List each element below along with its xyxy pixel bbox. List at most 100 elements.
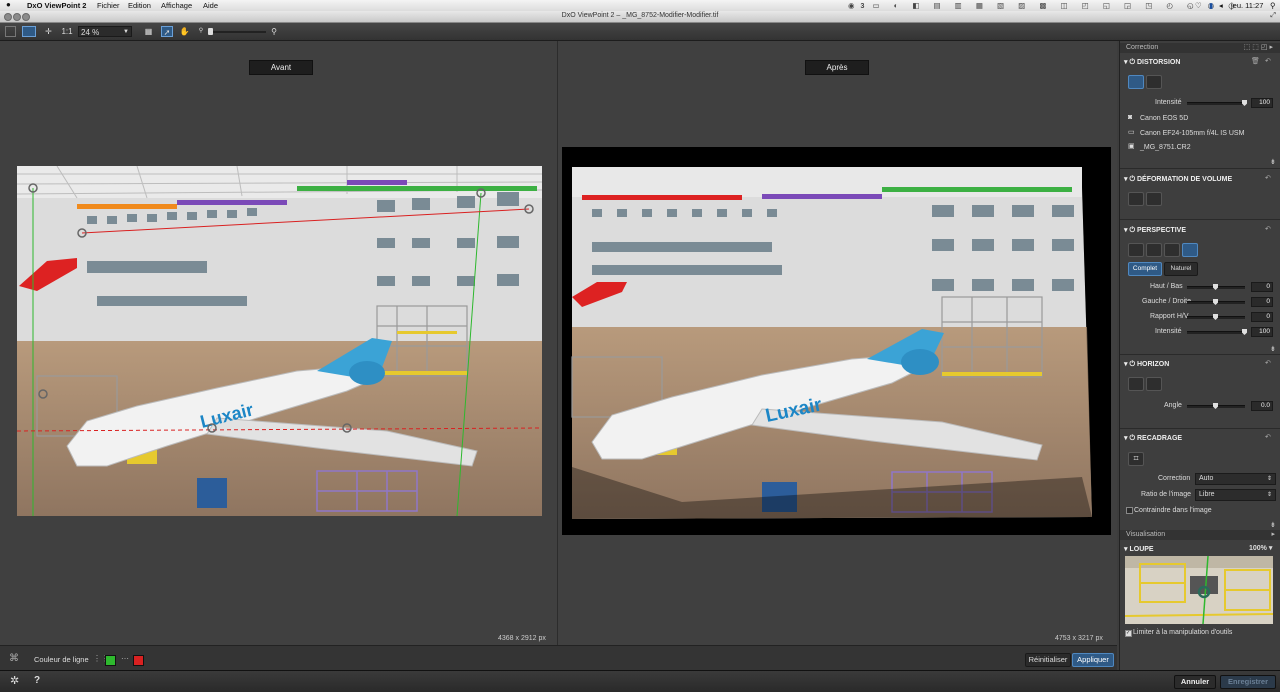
perspective-intensity-slider[interactable]	[1187, 329, 1247, 335]
zoom-select[interactable]: 24 % ▼	[78, 26, 132, 37]
collapse-visualisation-icon[interactable]: ▸	[1271, 530, 1275, 540]
volume-horizontal-button[interactable]	[1128, 192, 1144, 206]
distortion-section-title[interactable]: ▾ ⏻ DISTORSION	[1124, 58, 1180, 67]
zoom-1-1-button[interactable]: 1:1	[60, 26, 74, 37]
menu-aide[interactable]: Aide	[203, 1, 218, 10]
clock[interactable]: jeu. 11:27	[1231, 1, 1263, 10]
constrain-checkbox[interactable]	[1126, 507, 1133, 514]
perspective-horizontal-button[interactable]	[1146, 243, 1162, 257]
menu-edition[interactable]: Edition	[128, 1, 151, 10]
reset-crop-icon[interactable]: ↶	[1265, 433, 1271, 441]
menu-affichage[interactable]: Affichage	[161, 1, 192, 10]
single-view-button[interactable]	[5, 26, 16, 37]
left-right-knob[interactable]	[1213, 299, 1218, 305]
loupe-zoom-value: 100%	[1249, 545, 1267, 552]
before-image[interactable]: Luxair	[17, 166, 542, 516]
loupe-section-title[interactable]: ▾ LOUPE	[1124, 545, 1154, 553]
cancel-button[interactable]: Annuler	[1174, 675, 1216, 689]
select-tool-icon[interactable]: ➚	[161, 26, 173, 37]
crop-section-title[interactable]: ▾ ⏻ RECADRAGE	[1124, 434, 1182, 443]
angle-slider[interactable]	[1187, 403, 1245, 409]
settings-gear-icon[interactable]: ✲	[10, 674, 19, 687]
help-button[interactable]: ?	[34, 675, 40, 686]
horizon-power-icon[interactable]: ⏻	[1129, 361, 1135, 368]
perspective-intensity-value[interactable]: 100	[1251, 327, 1273, 337]
volume-diagonal-button[interactable]	[1146, 192, 1162, 206]
chevron-down-icon: ▼	[123, 29, 129, 35]
flag-icon[interactable]: ▮	[1209, 1, 1213, 10]
angle-value[interactable]: 0.0	[1251, 401, 1273, 411]
save-button[interactable]: Enregistrer	[1220, 675, 1276, 689]
distortion-intensity-slider[interactable]	[1187, 100, 1247, 106]
collapse-distortion-icon[interactable]: ⇟	[1270, 158, 1276, 166]
crop-power-icon[interactable]: ⏻	[1129, 435, 1135, 442]
volume-section-title[interactable]: ▾ ⏻ DÉFORMATION DE VOLUME	[1124, 175, 1232, 184]
apple-icon[interactable]: ●	[6, 0, 11, 9]
stripe-orange	[77, 204, 177, 209]
wifi-icon[interactable]: ♡	[1195, 1, 1202, 10]
line-tool-icon[interactable]: ⌘	[9, 653, 19, 664]
zoom-slider[interactable]	[208, 28, 266, 35]
blue-stand	[197, 478, 227, 508]
image-ratio-select[interactable]: Libre ⇕	[1195, 489, 1276, 501]
grid-icon[interactable]: ▦	[143, 26, 154, 37]
loupe-zoom[interactable]: 100% ▾	[1249, 544, 1272, 552]
distortion-intensity-value[interactable]: 100	[1251, 98, 1273, 108]
left-right-value[interactable]: 0	[1251, 297, 1273, 307]
hand-tool-icon[interactable]: ✋	[179, 26, 190, 37]
window-title: DxO ViewPoint 2 – _MG_8752-Modifier-Modi…	[561, 12, 719, 19]
mode-natural-button[interactable]: Naturel	[1164, 262, 1198, 276]
vertical-line-color-swatch[interactable]	[105, 655, 116, 666]
reset-volume-icon[interactable]: ↶	[1265, 174, 1271, 182]
zoom-out-icon[interactable]: ⚲	[197, 26, 205, 37]
hv-ratio-slider[interactable]	[1187, 314, 1245, 320]
collapse-crop-icon[interactable]: ⇟	[1270, 521, 1276, 529]
hangar-roof	[572, 167, 1082, 197]
crop-correction-select[interactable]: Auto ⇕	[1195, 473, 1276, 485]
perspective-rect-button[interactable]	[1182, 243, 1198, 257]
horizon-manual-button[interactable]	[1146, 377, 1162, 391]
hv-ratio-knob[interactable]	[1213, 314, 1218, 320]
trash-icon[interactable]: 🗑	[1251, 57, 1260, 65]
crop-tool-button[interactable]: ⌗	[1128, 452, 1144, 466]
zoom-slider-knob[interactable]	[208, 28, 213, 35]
limit-checkbox[interactable]: ✓	[1125, 630, 1132, 637]
perspective-power-icon[interactable]: ⏻	[1129, 227, 1135, 234]
perspective-section-title[interactable]: ▾ ⏻ PERSPECTIVE	[1124, 226, 1186, 235]
fit-screen-icon[interactable]: ✛	[43, 26, 54, 37]
perspective-intensity-knob[interactable]	[1242, 329, 1247, 335]
horizon-auto-button[interactable]	[1128, 377, 1144, 391]
after-image[interactable]: Luxair	[562, 147, 1111, 535]
fullscreen-icon[interactable]: ⤢	[1270, 12, 1276, 20]
view-divider[interactable]	[557, 41, 558, 645]
hv-ratio-value[interactable]: 0	[1251, 312, 1273, 322]
angle-knob[interactable]	[1213, 403, 1218, 409]
volume-power-icon[interactable]: ⏻	[1129, 176, 1135, 183]
distortion-power-icon[interactable]: ⏻	[1129, 59, 1135, 66]
reset-distortion-icon[interactable]: ↶	[1265, 57, 1271, 65]
reset-button[interactable]: Réinitialiser	[1025, 653, 1071, 667]
distortion-lens-button[interactable]	[1128, 75, 1144, 89]
perspective-8point-button[interactable]	[1164, 243, 1180, 257]
zoom-in-icon[interactable]: ⚲	[270, 26, 278, 37]
search-icon[interactable]: ⚲	[1270, 1, 1276, 10]
split-view-button[interactable]	[22, 26, 36, 37]
top-bottom-knob[interactable]	[1213, 284, 1218, 290]
reset-perspective-icon[interactable]: ↶	[1265, 225, 1271, 233]
menu-fichier[interactable]: Fichier	[97, 1, 120, 10]
mode-complete-button[interactable]: Complet	[1128, 262, 1162, 276]
distortion-intensity-knob[interactable]	[1242, 100, 1247, 106]
horizontal-line-color-swatch[interactable]	[133, 655, 144, 666]
top-bottom-slider[interactable]	[1187, 284, 1245, 290]
volume-icon[interactable]: ◂	[1219, 1, 1223, 10]
left-right-slider[interactable]	[1187, 299, 1245, 305]
distortion-manual-button[interactable]	[1146, 75, 1162, 89]
top-bottom-value[interactable]: 0	[1251, 282, 1273, 292]
panel-header-icons[interactable]: ⬚⬚◰▸	[1244, 43, 1275, 53]
reset-horizon-icon[interactable]: ↶	[1265, 359, 1271, 367]
app-menu[interactable]: DxO ViewPoint 2	[27, 1, 86, 10]
horizon-section-title[interactable]: ▾ ⏻ HORIZON	[1124, 360, 1169, 369]
perspective-vertical-button[interactable]	[1128, 243, 1144, 257]
collapse-perspective-icon[interactable]: ⇟	[1270, 345, 1276, 353]
apply-button[interactable]: Appliquer	[1072, 653, 1114, 667]
